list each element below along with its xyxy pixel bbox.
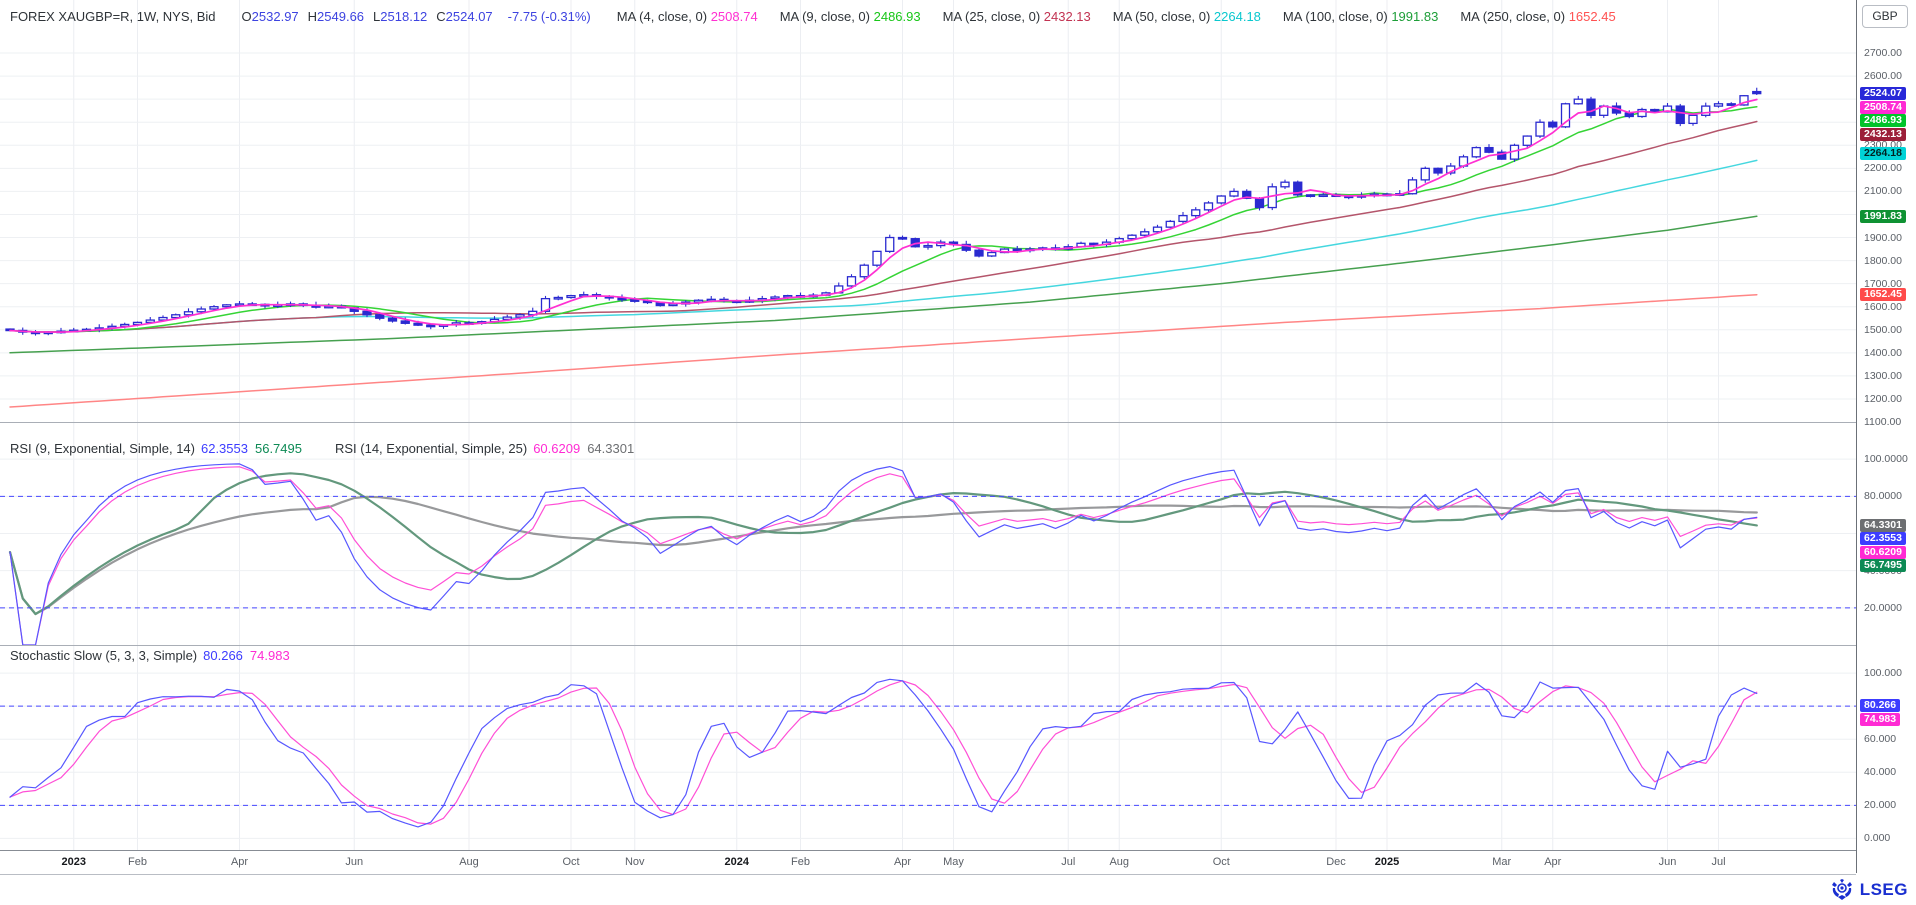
stoch-value: 80.266 [203,648,243,663]
axis-tick-label: 1400.00 [1864,347,1902,359]
axis-tick-label: 2200.00 [1864,162,1902,174]
price-badge: 2508.74 [1860,101,1906,114]
axis-tick-label: 2700.00 [1864,47,1902,59]
axis-tick-label: 40.000 [1864,766,1896,778]
axis-tick-label: 1200.00 [1864,393,1902,405]
time-axis-label: 2024 [725,856,749,868]
chart-app: FOREX XAUGBP=R, 1W, NYS, Bid O2532.97 H25… [0,0,1916,905]
stoch-legend-label: Stochastic Slow (5, 3, 3, Simple) [10,648,197,663]
axis-tick-label: 20.0000 [1864,602,1902,614]
axis-tick-label: 1900.00 [1864,232,1902,244]
time-axis-label: Aug [459,856,479,868]
time-axis-label: Apr [1544,856,1561,868]
axis-tick-label: 80.0000 [1864,490,1902,502]
axis-tick-label: 1600.00 [1864,301,1902,313]
price-badge: 80.266 [1860,699,1900,712]
price-badge: 62.3553 [1860,532,1906,545]
axis-tick-label: 0.000 [1864,832,1890,844]
price-badge: 1991.83 [1860,210,1906,223]
time-axis-label: Dec [1326,856,1346,868]
chart-canvas[interactable] [0,0,1856,873]
axis-tick-label: 100.000 [1864,667,1902,679]
stoch-values: 80.266 74.983 [203,648,297,663]
price-badge: 74.983 [1860,713,1900,726]
axis-tick-label: 20.000 [1864,799,1896,811]
axis-tick-label: 1800.00 [1864,255,1902,267]
axis-tick-label: 60.000 [1864,733,1896,745]
panel-divider-main-rsi [0,422,1916,423]
currency-chip[interactable]: GBP [1862,5,1908,28]
time-axis-label: Aug [1109,856,1129,868]
time-axis-label: Feb [791,856,810,868]
rsi-values-1: 62.3553 56.7495 [201,441,309,456]
time-axis-label: 2023 [62,856,86,868]
rsi-legend: RSI (9, Exponential, Simple, 14) 62.3553… [10,441,641,456]
lseg-logo: LSEG [1829,878,1908,902]
lseg-logo-text: LSEG [1860,880,1908,900]
instrument-title: FOREX XAUGBP=R, 1W, NYS, Bid [10,9,216,24]
rsi-value: 62.3553 [201,441,248,456]
ohlc-field: H2549.66 [308,9,364,24]
ma-legend-item: MA (250, close, 0) 1652.45 [1460,9,1615,24]
ma-legend: MA (4, close, 0) 2508.74 MA (9, close, 0)… [617,9,1638,24]
rsi-legend-label-2: RSI (14, Exponential, Simple, 25) [335,441,527,456]
price-badge: 2264.18 [1860,147,1906,160]
time-axis-label: Oct [1213,856,1230,868]
time-axis-label: Jul [1711,856,1725,868]
axis-tick-label: 100.0000 [1864,453,1908,465]
rsi-value: 56.7495 [255,441,302,456]
ma-legend-item: MA (25, close, 0) 2432.13 [943,9,1091,24]
price-badge: 1652.45 [1860,288,1906,301]
time-axis-label: 2025 [1375,856,1399,868]
ma-legend-item: MA (4, close, 0) 2508.74 [617,9,758,24]
time-axis-label: Nov [625,856,645,868]
ohlc-values: O2532.97 H2549.66 L2518.12 C2524.07 [242,9,502,24]
time-axis-label: Apr [231,856,248,868]
axis-tick-label: 1100.00 [1864,416,1901,428]
time-axis-label: Jul [1061,856,1075,868]
ohlc-field: O2532.97 [242,9,299,24]
lseg-crest-icon [1829,878,1855,902]
rsi-values-2: 60.6209 64.3301 [533,441,641,456]
axis-tick-label: 1500.00 [1864,324,1902,336]
ohlc-field: C2524.07 [436,9,492,24]
price-badge: 56.7495 [1860,559,1906,572]
ohlc-field: L2518.12 [373,9,427,24]
axis-tick-label: 1300.00 [1864,370,1902,382]
change-value: -7.75 (-0.31%) [508,9,591,24]
price-badge: 2524.07 [1860,87,1906,100]
time-axis-label: Oct [562,856,579,868]
time-axis-label: Jun [345,856,363,868]
time-axis-label: Apr [894,856,911,868]
axis-tick-label: 2600.00 [1864,70,1902,82]
panel-divider-rsi-stoch [0,645,1916,646]
axis-tick-label: 2100.00 [1864,185,1902,197]
rsi-value: 60.6209 [533,441,580,456]
time-axis-label: May [943,856,964,868]
price-badge: 2486.93 [1860,114,1906,127]
price-badge: 2432.13 [1860,128,1906,141]
price-badge: 60.6209 [1860,546,1906,559]
ma-legend-item: MA (9, close, 0) 2486.93 [780,9,921,24]
stochastic-legend: Stochastic Slow (5, 3, 3, Simple) 80.266… [10,648,297,663]
time-axis-label: Mar [1492,856,1511,868]
rsi-value: 64.3301 [587,441,634,456]
time-axis-label: Feb [128,856,147,868]
price-scale[interactable]: GBP 2700.002600.002300.002200.002100.001… [1856,0,1916,873]
time-axis[interactable]: 2023 Feb Apr Jun Aug Oct Nov 2024 Feb Apr May Jul Au… [0,850,1856,875]
ma-legend-item: MA (100, close, 0) 1991.83 [1283,9,1438,24]
stoch-value: 74.983 [250,648,290,663]
time-axis-label: Jun [1659,856,1677,868]
price-badge: 64.3301 [1860,519,1906,532]
ma-legend-item: MA (50, close, 0) 2264.18 [1113,9,1261,24]
rsi-legend-label-1: RSI (9, Exponential, Simple, 14) [10,441,195,456]
instrument-legend: FOREX XAUGBP=R, 1W, NYS, Bid O2532.97 H25… [10,6,1638,26]
